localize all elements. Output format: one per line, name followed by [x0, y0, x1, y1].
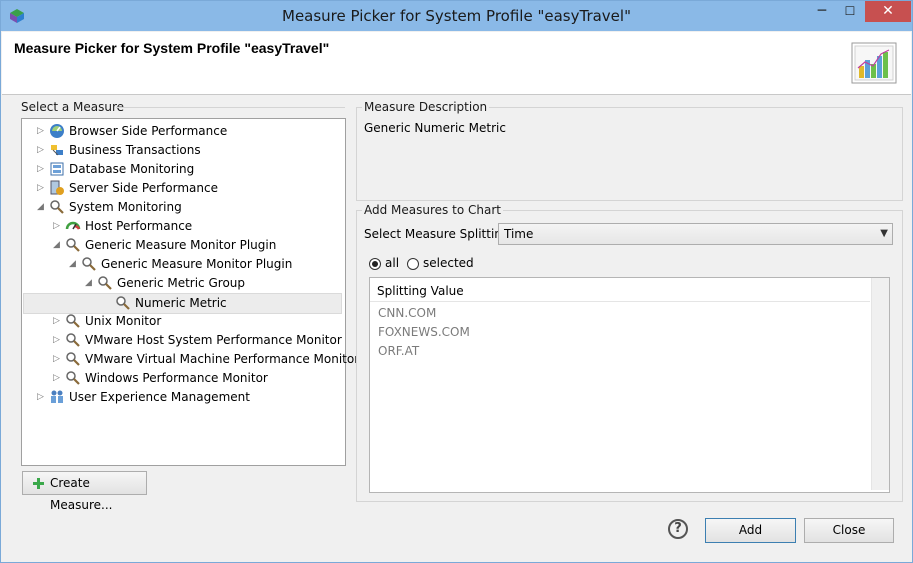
tree-item[interactable]: ▷ VMware Virtual Machine Performance Moni… [22, 350, 359, 369]
add-measures-group-label: Add Measures to Chart [362, 203, 503, 217]
tree-item-label: Browser Side Performance [69, 124, 228, 138]
magnifier-icon [66, 371, 80, 385]
tree-item-label: Generic Measure Monitor Plugin [85, 238, 277, 252]
tree-item[interactable]: ▷ Browser Side Performance [22, 122, 342, 141]
magnifier-icon [116, 296, 130, 310]
close-button[interactable]: Close [804, 518, 894, 543]
tree-item-label: Server Side Performance [69, 181, 218, 195]
magnifier-icon [98, 276, 112, 290]
splitting-select-value: Time [504, 227, 534, 241]
add-button[interactable]: Add [705, 518, 796, 543]
tree-item-label: User Experience Management [69, 390, 250, 404]
tree-item-label: Business Transactions [69, 143, 201, 157]
chart-logo-icon [851, 42, 897, 84]
collapsed-arrow-icon[interactable]: ▷ [36, 146, 45, 155]
tree-item[interactable]: ▷ Server Side Performance [22, 179, 342, 198]
list-item[interactable]: CNN.COM [378, 304, 436, 323]
collapsed-arrow-icon[interactable]: ▷ [36, 184, 45, 193]
tree-item-label: Windows Performance Monitor [85, 371, 268, 385]
select-measure-label: Select a Measure [21, 100, 125, 114]
tree-item[interactable]: ▷ Unix Monitor [22, 312, 342, 331]
magnifier-icon [66, 352, 80, 366]
create-measure-button[interactable]: Create Measure... [22, 471, 147, 512]
tree-item[interactable]: ◢ Generic Measure Monitor Plugin [22, 236, 342, 255]
tree-item[interactable]: ◢ Generic Measure Monitor Plugin [22, 255, 342, 274]
collapsed-arrow-icon[interactable]: ▷ [52, 336, 61, 345]
tree-item-label: Database Monitoring [69, 162, 195, 176]
magnifier-icon [66, 333, 80, 347]
business-transactions-icon [51, 145, 63, 156]
expanded-arrow-icon[interactable]: ◢ [84, 279, 93, 288]
header-title: Measure Picker for System Profile "easyT… [14, 40, 330, 56]
collapsed-arrow-icon[interactable]: ▷ [36, 393, 45, 402]
users-icon [51, 390, 63, 403]
splitting-select[interactable]: Time ▼ [498, 223, 893, 245]
radio-all-label[interactable]: all [385, 256, 399, 270]
collapsed-arrow-icon[interactable]: ▷ [52, 355, 61, 364]
splitting-label: Select Measure Splitting: [364, 227, 514, 241]
tree-item-label: Generic Measure Monitor Plugin [101, 257, 293, 271]
list-item[interactable]: FOXNEWS.COM [378, 323, 470, 342]
tree-item[interactable]: ▷ User Experience Management [22, 388, 342, 407]
splitting-value-list[interactable]: Splitting Value CNN.COM FOXNEWS.COM ORF.… [369, 277, 890, 493]
radio-selected[interactable] [407, 258, 419, 270]
tree-item-label: Numeric Metric [135, 296, 227, 310]
maximize-button[interactable]: ☐ [837, 1, 863, 22]
tree-item[interactable]: ◢ System Monitoring [22, 198, 342, 217]
collapsed-arrow-icon[interactable]: ▷ [52, 317, 61, 326]
gauge-icon [65, 221, 81, 230]
chevron-down-icon: ▼ [880, 228, 888, 239]
tree-item-label: System Monitoring [69, 200, 182, 214]
list-column-header[interactable]: Splitting Value [370, 278, 870, 302]
tree-item-label: VMware Host System Performance Monitor [85, 333, 342, 347]
collapsed-arrow-icon[interactable]: ▷ [36, 127, 45, 136]
magnifier-icon [82, 257, 96, 271]
tree-item-label: Host Performance [85, 219, 193, 233]
list-item[interactable]: ORF.AT [378, 342, 419, 361]
radio-selected-label[interactable]: selected [423, 256, 474, 270]
description-text: Generic Numeric Metric [364, 121, 506, 135]
dialog-window: Measure Picker for System Profile "easyT… [0, 0, 913, 563]
magnifier-icon [50, 200, 64, 214]
radio-all[interactable] [369, 258, 381, 270]
title-bar[interactable]: Measure Picker for System Profile "easyT… [1, 1, 912, 31]
tree-item-label: Generic Metric Group [117, 276, 246, 290]
expanded-arrow-icon[interactable]: ◢ [36, 203, 45, 212]
close-window-button[interactable]: ✕ [865, 1, 911, 22]
description-group-label: Measure Description [362, 100, 490, 114]
tree-item[interactable]: Numeric Metric [23, 293, 342, 314]
tree-item[interactable]: ▷ Windows Performance Monitor [22, 369, 342, 388]
server-icon [50, 180, 64, 195]
create-measure-label: Create Measure... [50, 476, 113, 512]
minimize-button[interactable]: ─ [809, 1, 835, 22]
collapsed-arrow-icon[interactable]: ▷ [36, 165, 45, 174]
expanded-arrow-icon[interactable]: ◢ [52, 241, 61, 250]
tree-item[interactable]: ▷ Host Performance [22, 217, 342, 236]
browser-performance-icon [50, 124, 64, 138]
magnifier-icon [66, 314, 80, 328]
tree-item[interactable]: ◢ Generic Metric Group [22, 274, 342, 293]
tree-item[interactable]: ▷ Business Transactions [22, 141, 342, 160]
expanded-arrow-icon[interactable]: ◢ [68, 260, 77, 269]
tree-item[interactable]: ▷ Database Monitoring [22, 160, 342, 179]
list-scrollbar[interactable] [871, 278, 889, 490]
magnifier-icon [66, 238, 80, 252]
collapsed-arrow-icon[interactable]: ▷ [52, 374, 61, 383]
dialog-header: Measure Picker for System Profile "easyT… [2, 32, 911, 95]
measure-tree[interactable]: ▷ Browser Side Performance ▷ Business Trans… [21, 118, 359, 466]
database-icon [50, 162, 64, 176]
tree-item-label: Unix Monitor [85, 314, 162, 328]
plus-icon [33, 478, 44, 489]
tree-item[interactable]: ▷ VMware Host System Performance Monitor [22, 331, 342, 350]
tree-item-label: VMware Virtual Machine Performance Monit… [85, 352, 360, 366]
collapsed-arrow-icon[interactable]: ▷ [52, 222, 61, 231]
help-icon[interactable]: ? [668, 519, 688, 539]
window-title: Measure Picker for System Profile "easyT… [282, 7, 631, 25]
